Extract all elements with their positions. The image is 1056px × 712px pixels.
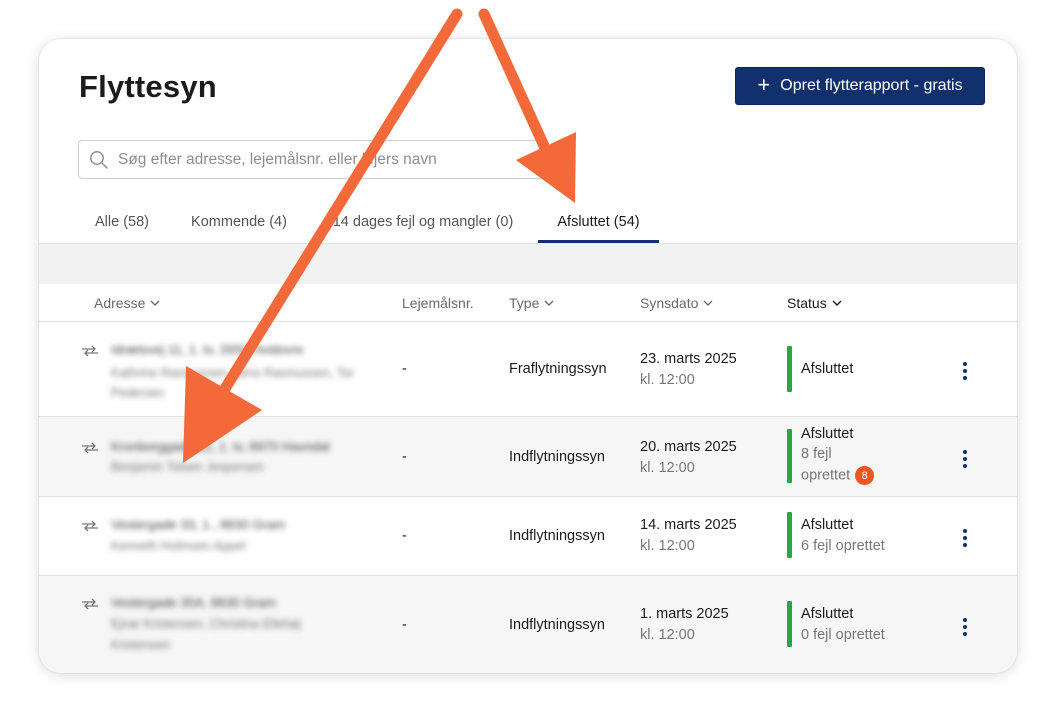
tenant-names: Ejnar Kristensen, Christina Ellehøj <box>111 617 301 631</box>
inspection-time: kl. 12:00 <box>640 538 695 554</box>
status-indicator <box>787 429 792 483</box>
lease-number: - <box>402 361 407 377</box>
status-indicator <box>787 346 792 392</box>
tab-completed[interactable]: Afsluttet (54) <box>538 199 659 243</box>
inspection-time: kl. 12:00 <box>640 627 695 643</box>
chevron-down-icon <box>832 300 842 306</box>
table-header: Adresse Lejemålsnr. Type Synsdato Status <box>39 284 1017 322</box>
address-text: Idrætsvej 11, 1. tv, 2650 Hvidovre <box>111 342 304 357</box>
lease-number: - <box>402 617 407 633</box>
column-header-lease: Lejemålsnr. <box>402 295 474 311</box>
search-icon <box>90 150 108 169</box>
inspection-type: Indflytningssyn <box>509 528 605 544</box>
table-row[interactable]: Vestergade 35A, 8830 Gram Ejnar Kristens… <box>39 576 1017 673</box>
kebab-menu-icon[interactable] <box>961 529 969 547</box>
column-header-type-label: Type <box>509 295 540 311</box>
status-defects-count: 8 fejl <box>801 446 832 462</box>
create-report-button[interactable]: + Opret flytterapport - gratis <box>735 67 985 105</box>
status-label: Afsluttet <box>801 517 854 533</box>
tenant-names-continued: Kristensen <box>111 638 171 652</box>
inspection-type: Indflytningssyn <box>509 617 605 633</box>
tab-14-days-defects[interactable]: 14 dages fejl og mangler (0) <box>317 199 529 243</box>
inspection-time: kl. 12:00 <box>640 460 695 476</box>
tab-bar: Alle (58) Kommende (4) 14 dages fejl og … <box>39 199 1017 243</box>
inspection-date: 23. marts 2025 <box>640 351 737 367</box>
filter-band <box>39 243 1017 284</box>
swap-arrows-icon <box>82 598 98 610</box>
swap-arrows-icon <box>82 345 98 357</box>
table-row[interactable]: Vestergade 33, 1., 8830 Gram Kenneth Hol… <box>39 497 1017 576</box>
status-indicator <box>787 512 792 558</box>
table-row[interactable]: Kronborggade 12, 1. tv, 8970 Havndal Ben… <box>39 417 1017 497</box>
tenant-names: Kenneth Holmsen Appel <box>111 539 246 553</box>
swap-arrows-icon <box>82 520 98 532</box>
create-report-label: Opret flytterapport - gratis <box>780 77 963 94</box>
lease-number: - <box>402 449 407 465</box>
tab-upcoming[interactable]: Kommende (4) <box>179 199 299 243</box>
chevron-down-icon <box>150 300 160 306</box>
column-header-lease-label: Lejemålsnr. <box>402 295 474 311</box>
kebab-menu-icon[interactable] <box>961 362 969 380</box>
plus-icon: + <box>757 72 771 97</box>
inspection-type: Fraflytningssyn <box>509 361 607 377</box>
lease-number: - <box>402 528 407 544</box>
column-header-status[interactable]: Status <box>787 295 842 311</box>
tab-all[interactable]: Alle (58) <box>79 199 165 243</box>
kebab-menu-icon[interactable] <box>961 618 969 636</box>
search-input[interactable] <box>118 150 543 169</box>
column-header-status-label: Status <box>787 295 827 311</box>
defects-badge: 8 <box>855 466 875 485</box>
column-header-address[interactable]: Adresse <box>94 295 160 311</box>
status-label: Afsluttet <box>801 606 854 622</box>
status-indicator <box>787 601 792 647</box>
status-defects-created-label: oprettet <box>801 467 851 484</box>
chevron-down-icon <box>544 300 554 306</box>
column-header-address-label: Adresse <box>94 295 146 311</box>
chevron-down-icon <box>703 300 713 306</box>
status-defects-created: 6 fejl oprettet <box>801 538 885 554</box>
swap-arrows-icon <box>82 442 98 454</box>
status-defects-created: oprettet 8 <box>801 466 875 485</box>
column-header-type[interactable]: Type <box>509 295 554 311</box>
rapports-card: Flyttesyn + Opret flytterapport - gratis… <box>39 39 1017 673</box>
column-header-date-label: Synsdato <box>640 295 699 311</box>
status-label: Afsluttet <box>801 361 854 377</box>
address-text: Kronborggade 12, 1. tv, 8970 Havndal <box>111 439 330 454</box>
tenant-names: Kathrine Rasmussen, Jens Rasmussen, Tor … <box>111 366 354 400</box>
inspection-time: kl. 12:00 <box>640 372 695 388</box>
table-row[interactable]: Idrætsvej 11, 1. tv, 2650 Hvidovre Kathr… <box>39 322 1017 417</box>
inspection-date: 14. marts 2025 <box>640 517 737 533</box>
page-title: Flyttesyn <box>79 69 217 104</box>
status-defects-created: 0 fejl oprettet <box>801 627 885 643</box>
tenant-names: Benjamin Tolsen Jespersen <box>111 460 264 474</box>
status-label: Afsluttet <box>801 426 854 442</box>
kebab-menu-icon[interactable] <box>961 450 969 468</box>
inspection-date: 1. marts 2025 <box>640 606 729 622</box>
search-box[interactable] <box>78 140 544 179</box>
address-text: Vestergade 33, 1., 8830 Gram <box>111 517 286 532</box>
column-header-date[interactable]: Synsdato <box>640 295 713 311</box>
address-text: Vestergade 35A, 8830 Gram <box>111 595 276 610</box>
inspection-date: 20. marts 2025 <box>640 439 737 455</box>
inspection-type: Indflytningssyn <box>509 449 605 465</box>
